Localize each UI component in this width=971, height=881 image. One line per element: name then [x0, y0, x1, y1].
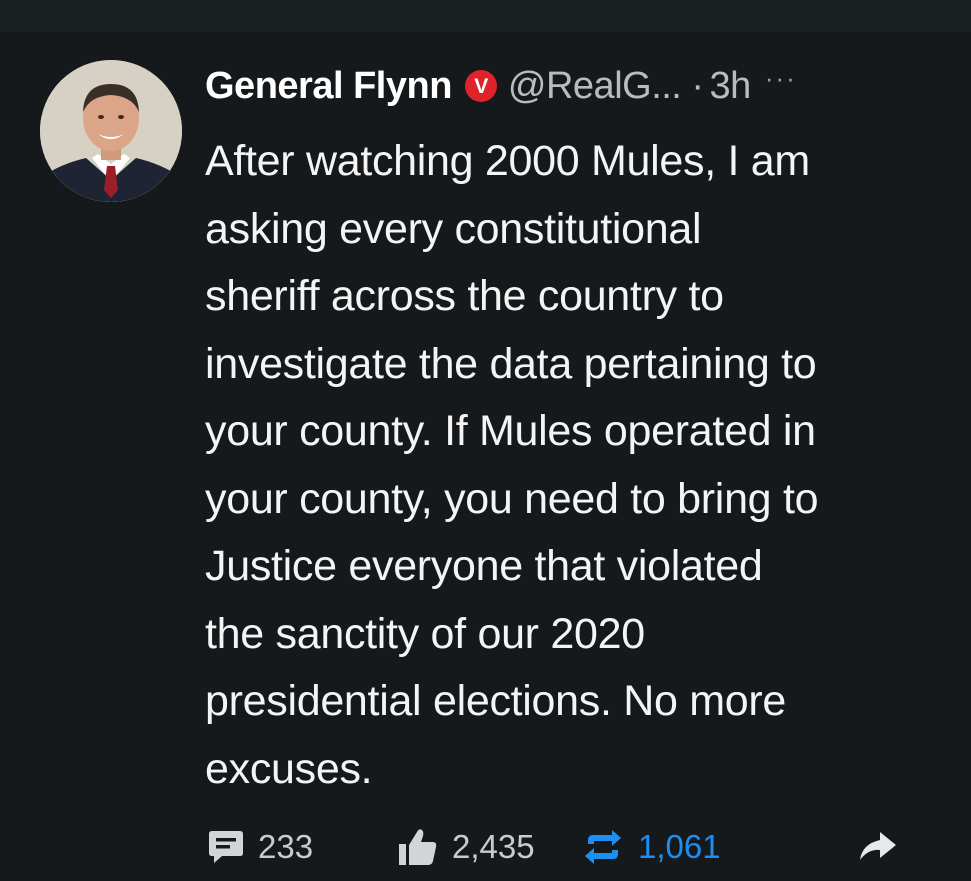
- like-count: 2,435: [452, 828, 535, 865]
- comment-count: 233: [258, 828, 314, 865]
- thumbs-up-icon: [398, 827, 438, 867]
- repost-icon: [582, 828, 624, 866]
- avatar[interactable]: [40, 60, 182, 202]
- verified-badge-icon: V: [464, 69, 498, 103]
- post-card[interactable]: General Flynn V @RealG... · 3h ··· After…: [0, 32, 971, 881]
- post-text-line: Justice everyone that violated: [205, 542, 763, 590]
- post-text: After watching 2000 Mules, I am asking e…: [205, 128, 945, 803]
- post-text-line: After watching 2000 Mules, I am: [205, 137, 810, 185]
- action-bar: 233 2,435 1,061: [0, 822, 971, 872]
- verified-badge-letter: V: [474, 75, 488, 98]
- comment-icon: [208, 828, 244, 866]
- post-header: General Flynn V @RealG... · 3h ···: [205, 62, 797, 110]
- post-text-line: your county, you need to bring to: [205, 474, 819, 523]
- post-text-line: the sanctity of our 2020: [205, 609, 645, 658]
- like-button[interactable]: 2,435: [398, 822, 535, 872]
- post-text-line: sheriff across the country to: [205, 272, 724, 320]
- share-arrow-icon: [858, 830, 898, 864]
- share-button[interactable]: [858, 822, 912, 872]
- avatar-portrait: [40, 60, 182, 202]
- repost-count: 1,061: [638, 828, 721, 865]
- author-handle[interactable]: @RealG...: [508, 65, 682, 108]
- post-text-line: your county. If Mules operated in: [205, 407, 816, 455]
- post-text-line: presidential elections. No more: [205, 677, 787, 725]
- post-text-line: asking every constitutional: [205, 204, 702, 253]
- post-text-line: investigate the data pertaining to: [205, 339, 817, 388]
- author-name[interactable]: General Flynn: [205, 65, 452, 108]
- repost-button[interactable]: 1,061: [582, 822, 721, 872]
- post-time[interactable]: 3h: [710, 65, 752, 108]
- post-text-line: excuses.: [205, 744, 373, 793]
- more-options-icon[interactable]: ···: [765, 63, 797, 94]
- separator-dot: ·: [691, 64, 704, 107]
- top-bar: [0, 0, 971, 32]
- comment-button[interactable]: 233: [208, 822, 313, 872]
